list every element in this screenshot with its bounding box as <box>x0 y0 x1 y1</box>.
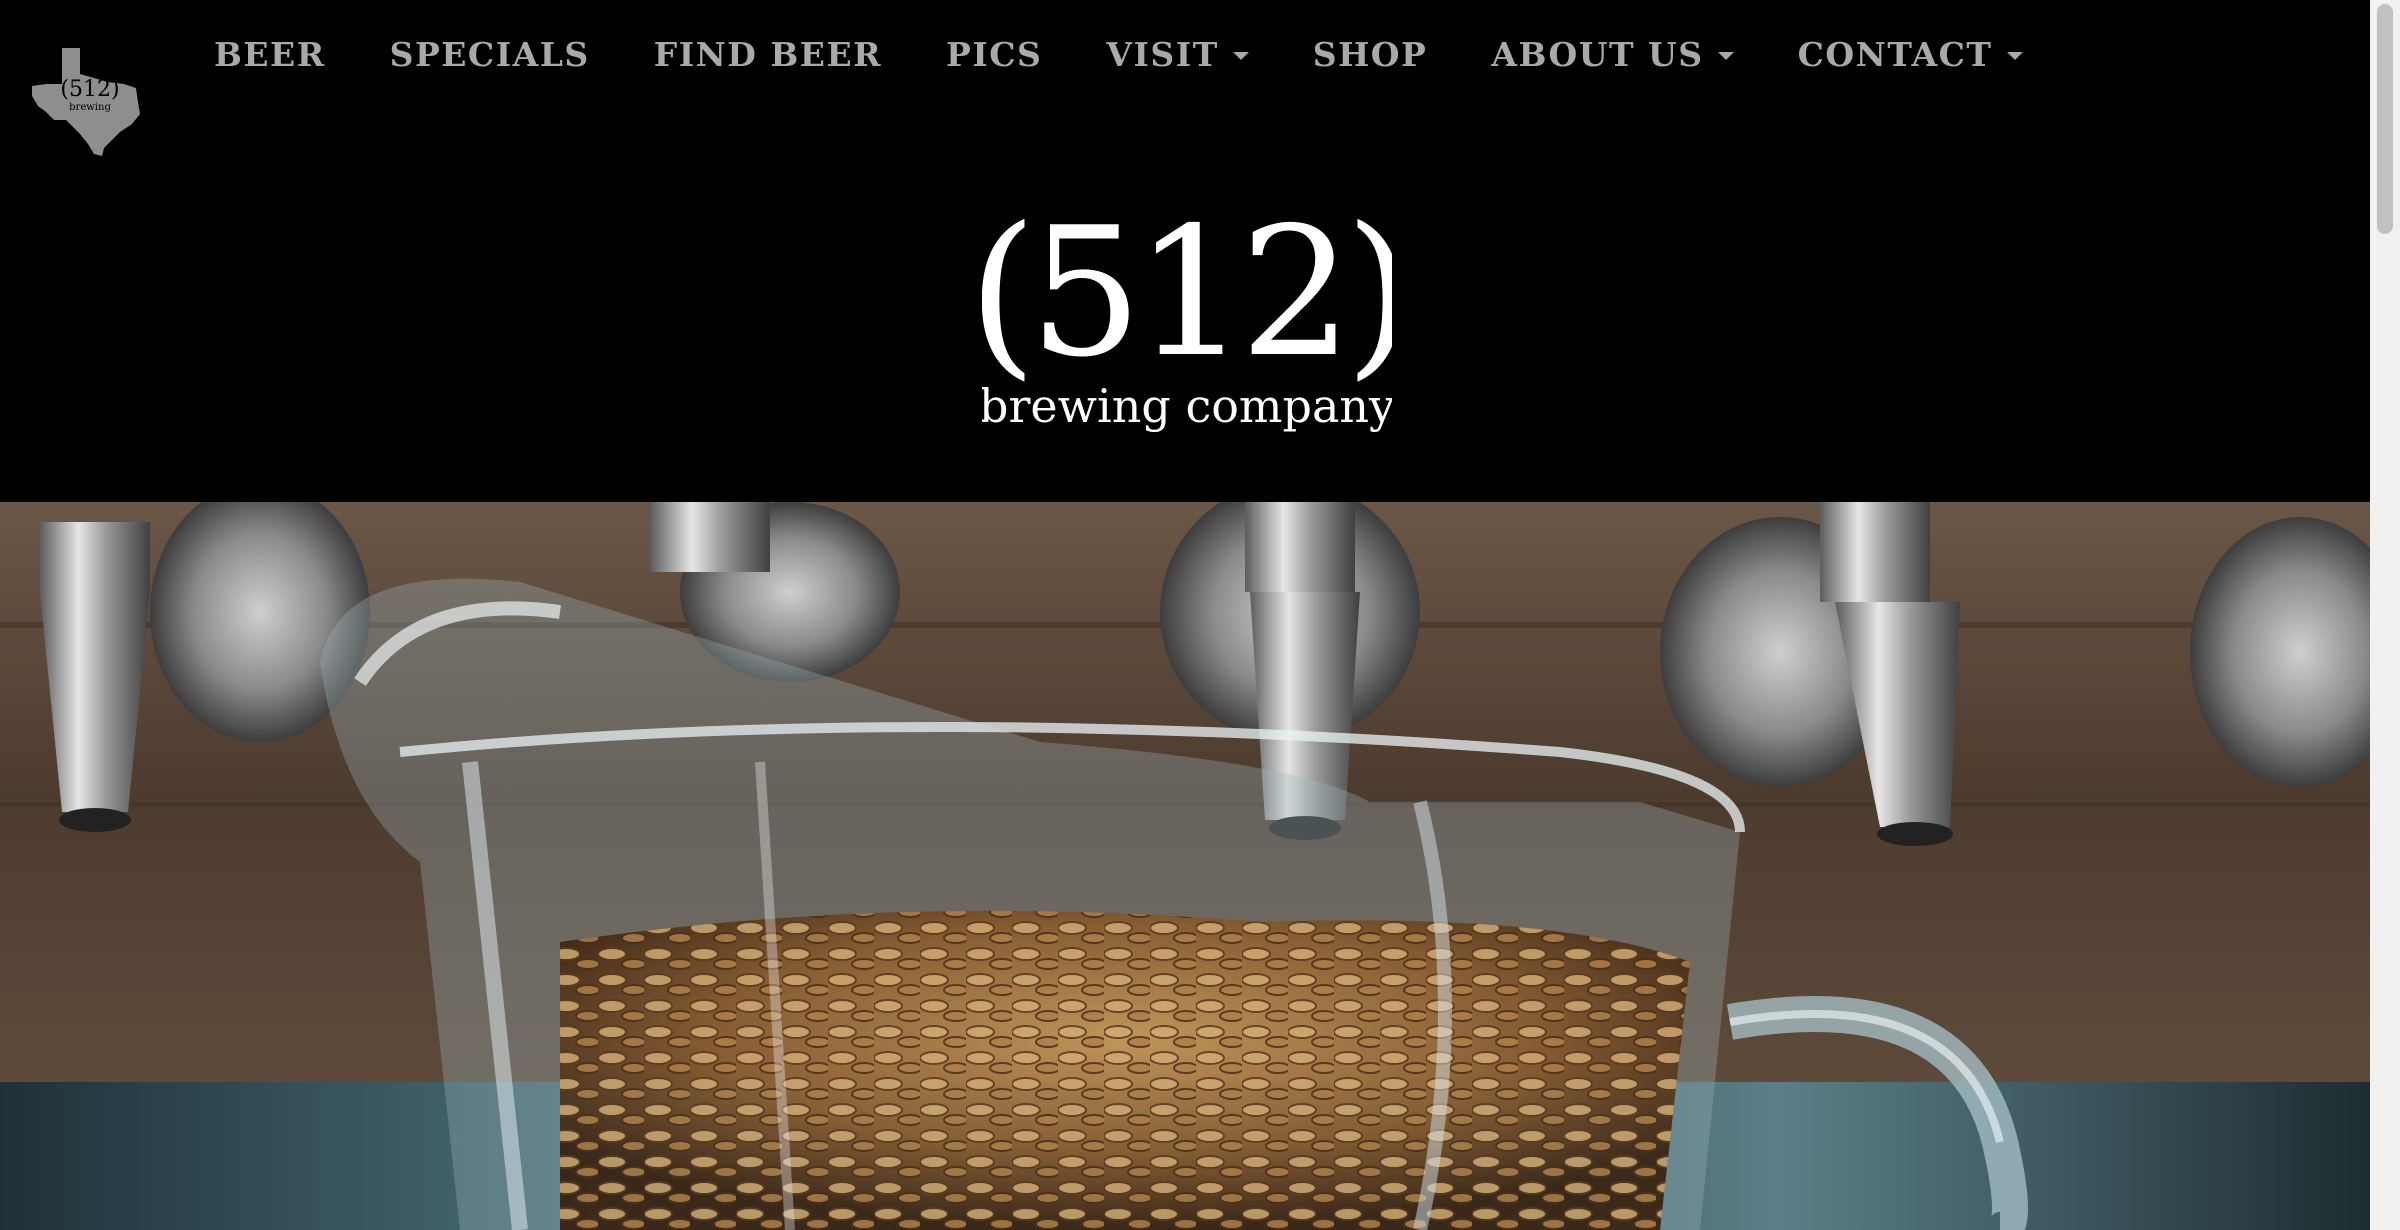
chevron-down-icon <box>1717 52 1734 60</box>
nav-find-beer[interactable]: FIND BEER <box>622 35 914 74</box>
corner-logo-subtext: brewing <box>69 102 111 113</box>
site-header: (512) brewing BEER SPECIALS FIND BEER PI… <box>0 0 2370 502</box>
nav-pics[interactable]: PICS <box>914 35 1074 74</box>
nav-beer[interactable]: BEER <box>182 35 358 74</box>
page: (512) brewing BEER SPECIALS FIND BEER PI… <box>0 0 2370 1230</box>
chevron-down-icon <box>1232 52 1249 60</box>
nav-shop[interactable]: SHOP <box>1281 35 1460 74</box>
main-nav: BEER SPECIALS FIND BEER PICS VISIT SHOP … <box>182 22 2055 86</box>
nav-contact-label: CONTACT <box>1797 34 1993 74</box>
brand-logo[interactable]: (512) brewing company <box>982 186 1392 450</box>
nav-specials[interactable]: SPECIALS <box>358 35 622 74</box>
nav-about-us-label: ABOUT US <box>1491 34 1704 74</box>
page-scrollbar[interactable] <box>2370 0 2400 1230</box>
nav-specials-label: SPECIALS <box>389 34 590 74</box>
nav-find-beer-label: FIND BEER <box>653 34 883 74</box>
chevron-down-icon <box>2006 52 2023 60</box>
texas-shape-icon: (512) brewing <box>32 48 140 156</box>
nav-visit[interactable]: VISIT <box>1074 35 1280 74</box>
logo-number: (512) <box>982 189 1392 396</box>
nav-pics-label: PICS <box>946 34 1043 74</box>
nav-shop-label: SHOP <box>1312 34 1428 74</box>
nav-about-us[interactable]: ABOUT US <box>1459 35 1765 74</box>
nav-contact[interactable]: CONTACT <box>1766 35 2055 74</box>
logo-tagline: brewing company <box>982 379 1392 433</box>
scrollbar-thumb[interactable] <box>2377 4 2393 234</box>
nav-beer-label: BEER <box>214 34 326 74</box>
hero-image <box>0 502 2370 1230</box>
texas-logo[interactable]: (512) brewing <box>32 48 142 156</box>
nav-visit-label: VISIT <box>1106 34 1219 74</box>
corner-logo-text: (512) <box>60 77 119 102</box>
